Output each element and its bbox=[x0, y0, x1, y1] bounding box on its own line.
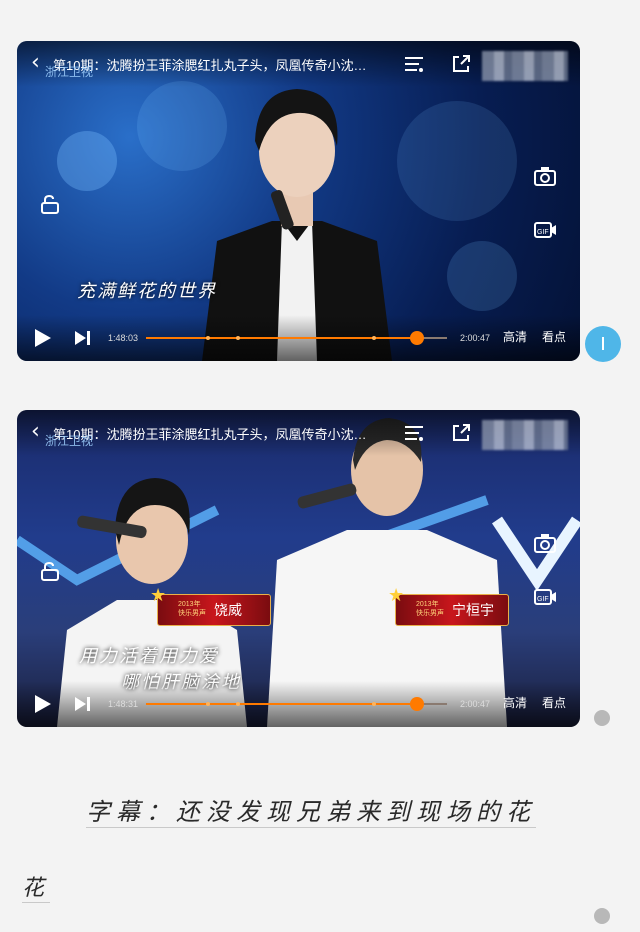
chat-bubble-indicator[interactable] bbox=[585, 326, 621, 362]
playlist-settings-icon[interactable] bbox=[403, 422, 425, 444]
total-time: 2:00:47 bbox=[460, 333, 491, 343]
star-icon: ★ bbox=[150, 585, 167, 606]
progress-fill bbox=[146, 703, 417, 705]
blurred-area bbox=[482, 420, 568, 450]
current-time: 1:48:31 bbox=[108, 699, 139, 709]
singer-right-figure bbox=[267, 418, 507, 727]
progress-knob[interactable] bbox=[409, 331, 424, 345]
back-icon[interactable]: ‹ bbox=[31, 52, 45, 74]
star-icon: ★ bbox=[388, 585, 405, 606]
highlight-marker[interactable] bbox=[371, 702, 376, 706]
caption-line-1: 字幕：还没发现兄弟来到现场的花 bbox=[86, 792, 536, 828]
caption-line-2: 花 bbox=[22, 870, 51, 903]
camera-icon[interactable] bbox=[533, 165, 557, 187]
badge-year: 2013年 快乐男声 bbox=[416, 601, 444, 617]
share-icon[interactable] bbox=[450, 422, 472, 444]
video-title: 第10期：沈腾扮王菲涂腮红扎丸子头，凤凰传奇小沈… bbox=[53, 427, 367, 442]
play-icon[interactable] bbox=[35, 695, 51, 713]
bokeh-light bbox=[447, 241, 517, 311]
progress-fill bbox=[146, 337, 417, 339]
video-subtitle: 充满鲜花的世界 bbox=[77, 281, 217, 302]
progress-track[interactable] bbox=[146, 697, 447, 711]
svg-text:GIF: GIF bbox=[537, 229, 549, 236]
channel-logo: 浙江卫视 bbox=[45, 65, 94, 79]
progress-track[interactable] bbox=[146, 331, 447, 345]
quality-button[interactable]: 高清 bbox=[503, 328, 527, 345]
video-subtitle-line1: 用力活着用力爱 bbox=[79, 646, 219, 667]
badge-name: 饶威 bbox=[214, 603, 242, 619]
blurred-area bbox=[482, 51, 568, 81]
highlights-button[interactable]: 看点 bbox=[542, 328, 566, 345]
video-player-2[interactable]: ‹ 第10期：沈腾扮王菲涂腮红扎丸子头，凤凰传奇小沈… 浙江卫视 GIF ★ 2… bbox=[17, 410, 580, 727]
video-player-1[interactable]: ‹ 第10期：沈腾扮王菲涂腮红扎丸子头，凤凰传奇小沈… 浙江卫视 GIF 充满鲜… bbox=[17, 41, 580, 361]
progress-knob[interactable] bbox=[409, 697, 424, 711]
badge-name: 宁桓宇 bbox=[452, 603, 494, 619]
video-title: 第10期：沈腾扮王菲涂腮红扎丸子头，凤凰传奇小沈… bbox=[53, 58, 367, 73]
next-icon[interactable] bbox=[73, 695, 93, 713]
highlights-button[interactable]: 看点 bbox=[542, 694, 566, 711]
name-badge: ★ 2013年 快乐男声 宁桓宇 bbox=[388, 585, 509, 626]
playlist-settings-icon[interactable] bbox=[403, 53, 425, 75]
channel-logo: 浙江卫视 bbox=[45, 434, 94, 448]
next-icon[interactable] bbox=[73, 329, 93, 347]
camera-icon[interactable] bbox=[533, 532, 557, 554]
bokeh-light bbox=[57, 131, 117, 191]
gif-icon[interactable]: GIF bbox=[533, 219, 557, 241]
svg-text:GIF: GIF bbox=[537, 596, 549, 603]
badge-year: 2013年 快乐男声 bbox=[178, 601, 206, 617]
share-icon[interactable] bbox=[450, 53, 472, 75]
name-badge: ★ 2013年 快乐男声 饶威 bbox=[150, 585, 271, 626]
current-time: 1:48:03 bbox=[108, 333, 139, 343]
gif-icon[interactable]: GIF bbox=[533, 586, 557, 608]
play-icon[interactable] bbox=[35, 329, 51, 347]
highlight-marker[interactable] bbox=[371, 336, 376, 340]
status-dot bbox=[594, 710, 610, 726]
lock-icon[interactable] bbox=[39, 193, 63, 215]
quality-button[interactable]: 高清 bbox=[503, 694, 527, 711]
lock-icon[interactable] bbox=[39, 560, 63, 582]
status-dot bbox=[594, 908, 610, 924]
back-icon[interactable]: ‹ bbox=[31, 421, 45, 443]
total-time: 2:00:47 bbox=[460, 699, 491, 709]
